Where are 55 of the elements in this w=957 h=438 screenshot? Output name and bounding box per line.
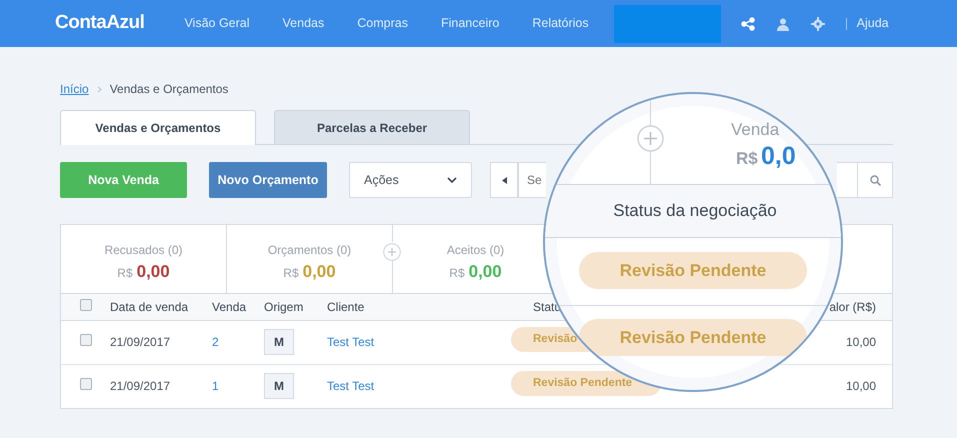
search-icon	[870, 174, 880, 186]
status-tag: Revisão Pendente	[579, 252, 807, 289]
currency-label: R$	[283, 266, 299, 280]
summary-value: 0,00	[468, 262, 502, 281]
status-tag: Revisão Pendente	[579, 319, 807, 356]
currency-label: R$	[117, 266, 133, 280]
summary-value: 0,0	[761, 141, 796, 172]
origin-tag: M	[264, 329, 294, 355]
left-triangle-icon	[502, 176, 506, 184]
row-checkbox[interactable]	[80, 378, 92, 390]
nav-link[interactable]: Vendas	[282, 14, 324, 33]
value-cell: 10,00	[846, 335, 876, 349]
sale-number-link[interactable]: 2	[212, 335, 219, 349]
logo[interactable]: ContaAzul	[55, 9, 144, 38]
help-link[interactable]: Ajuda	[856, 14, 889, 33]
nav-link[interactable]: Compras	[357, 14, 408, 33]
select-all-checkbox[interactable]	[80, 298, 92, 311]
column-header: Origem	[264, 300, 304, 314]
origin-tag: M	[264, 373, 294, 400]
breadcrumb-link[interactable]: Início	[60, 80, 89, 98]
currency-label: R$	[449, 266, 465, 280]
share-icon[interactable]	[740, 16, 755, 30]
chevron-icon	[96, 86, 102, 92]
summary-label: Aceitos (0)	[446, 242, 506, 259]
user-icon[interactable]	[776, 16, 790, 30]
search-button[interactable]	[857, 162, 893, 198]
caret-icon	[447, 177, 457, 184]
tab[interactable]: Parcelas a Receber	[274, 110, 470, 144]
date-cell: 21/09/2017	[110, 379, 170, 394]
column-header: Data de venda	[110, 300, 188, 314]
row-checkbox[interactable]	[80, 334, 92, 346]
value-cell: 10,00	[846, 379, 876, 394]
column-header: Venda	[212, 300, 246, 314]
settings-icon[interactable]	[810, 16, 825, 30]
tab[interactable]: Vendas e Orçamentos	[60, 110, 256, 145]
summary-value: 0,00	[302, 262, 336, 281]
breadcrumb-current: Vendas e Orçamentos	[110, 81, 228, 98]
column-header: Cliente	[327, 300, 364, 314]
currency-label: R$	[736, 148, 758, 170]
nav-link[interactable]: Relatórios	[532, 14, 589, 33]
summary-label: Recusados (0)	[103, 242, 184, 259]
new-quote-button[interactable]: Novo Orçamento	[209, 162, 327, 198]
client-link[interactable]: Test Test	[327, 379, 374, 394]
nav-link[interactable]: Financeiro	[440, 14, 500, 33]
client-link[interactable]: Test Test	[327, 335, 374, 349]
column-header: alor (R$)	[829, 300, 876, 314]
date-cell: 21/09/2017	[110, 335, 170, 349]
sale-number-link[interactable]: 1	[212, 379, 219, 394]
summary-label: Orçamentos (0)	[266, 242, 352, 259]
column-header: Status da negociação	[613, 200, 777, 222]
summary-value: 0,00	[136, 262, 170, 281]
nav-link[interactable]: Visão Geral	[184, 14, 250, 33]
summary-label: Venda	[731, 119, 780, 141]
new-sale-button[interactable]: Nova Venda	[60, 162, 187, 198]
actions-dropdown[interactable]: Ações	[349, 162, 472, 198]
